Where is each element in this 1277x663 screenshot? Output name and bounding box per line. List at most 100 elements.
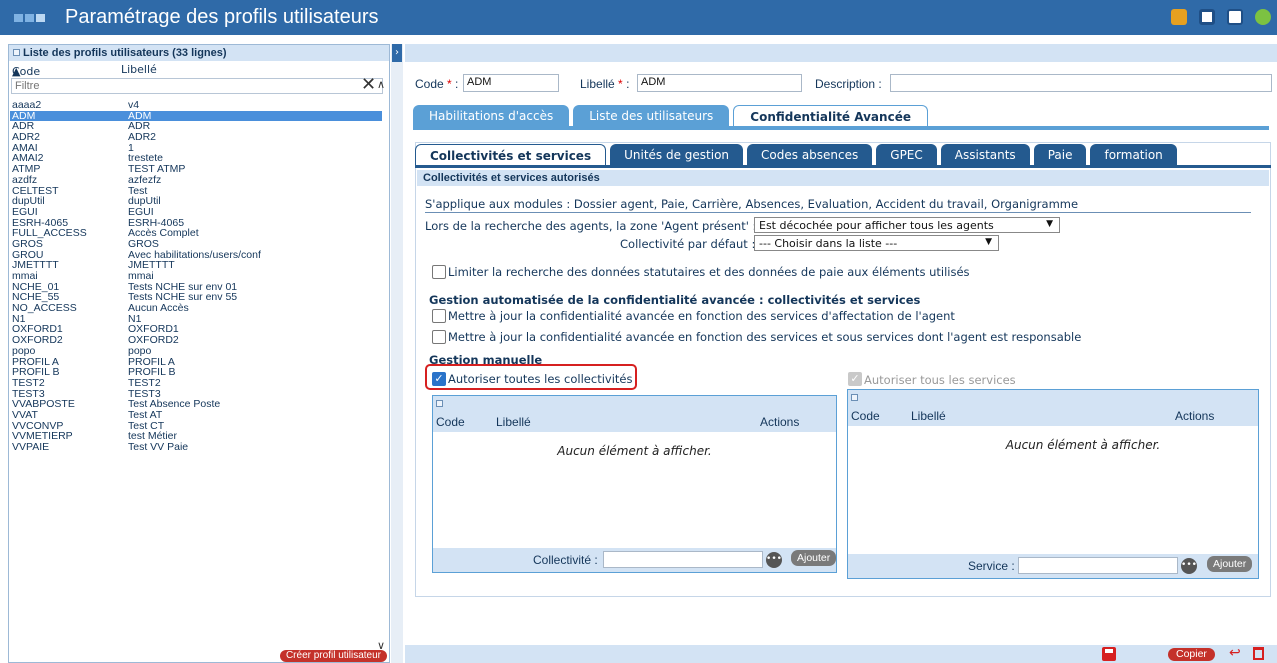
profile-row[interactable]: VVMETIERP test Métier: [10, 431, 382, 442]
empty-message: Aucun élément à afficher.: [557, 444, 712, 458]
profile-row[interactable]: GROU Avec habilitations/users/conf: [10, 249, 382, 261]
main-tabs-underline: [413, 126, 1269, 130]
undo-icon[interactable]: ↩: [1229, 645, 1241, 661]
filter-row: ✕ ∧: [9, 76, 389, 95]
profile-row[interactable]: AMAI2 trestete: [10, 153, 382, 164]
window-title: Paramétrage des profils utilisateurs: [65, 6, 379, 28]
profile-row[interactable]: ADR2 ADR2: [10, 132, 382, 143]
profile-row[interactable]: ADR ADR: [10, 121, 382, 132]
profile-row[interactable]: JMETTTT JMETTTT: [10, 260, 382, 271]
book-icon[interactable]: [1227, 9, 1243, 25]
default-collectivity-label: Collectivité par défaut :: [620, 237, 756, 251]
description-input[interactable]: [890, 74, 1272, 92]
profile-row[interactable]: VVABPOSTE Test Absence Poste: [10, 399, 382, 410]
collectivity-grid: Code Libellé Actions Aucun élément à aff…: [432, 395, 837, 573]
window-icon[interactable]: [1199, 9, 1215, 25]
all-services-label: Autoriser tous les services: [864, 373, 1016, 387]
service-label: Service :: [968, 559, 1015, 573]
profile-list-panel: Liste des profils utilisateurs (33 ligne…: [8, 44, 390, 663]
auto-option2-label: Mettre à jour la confidentialité avancée…: [448, 330, 1082, 344]
add-service-button[interactable]: Ajouter: [1207, 556, 1253, 572]
tab-sub-0[interactable]: Collectivités et services: [415, 144, 607, 166]
chevron-down-icon: ▼: [985, 237, 992, 247]
title-bar: Paramétrage des profils utilisateurs: [0, 0, 1277, 35]
all-collectivities-label: Autoriser toutes les collectivités: [448, 372, 633, 386]
tab-sub-6[interactable]: formation: [1090, 144, 1177, 166]
auto-management-title: Gestion automatisée de la confidentialit…: [429, 293, 921, 307]
profile-row[interactable]: EGUI EGUI: [10, 206, 382, 218]
profile-row[interactable]: azdfz azfezfz: [10, 174, 382, 186]
collectivity-input[interactable]: [603, 551, 763, 568]
service-input[interactable]: [1018, 557, 1178, 574]
profile-row[interactable]: CELTEST Test: [10, 185, 382, 197]
service-grid: Code Libellé Actions Aucun élément à aff…: [847, 389, 1259, 579]
tab-sub-5[interactable]: Paie: [1033, 144, 1087, 166]
profile-row[interactable]: ADM ADM: [10, 110, 382, 122]
auto-option1-label: Mettre à jour la confidentialité avancée…: [448, 309, 955, 323]
save-icon[interactable]: [1102, 647, 1116, 661]
tab-sub-3[interactable]: GPEC: [876, 144, 937, 166]
collapse-icon[interactable]: [436, 400, 443, 407]
tab-sub-2[interactable]: Codes absences: [747, 144, 873, 166]
profile-row[interactable]: OXFORD2 OXFORD2: [10, 335, 382, 346]
limit-search-checkbox[interactable]: [432, 265, 446, 279]
collapse-arrow-icon[interactable]: ›: [392, 44, 402, 62]
copy-button[interactable]: Copier: [1168, 648, 1215, 661]
profile-row[interactable]: VVAT Test AT: [10, 409, 382, 421]
action-bar: Copier ↩: [405, 645, 1277, 663]
search-zone-select[interactable]: Est décochée pour afficher tous les agen…: [754, 217, 1060, 233]
profile-row[interactable]: N1 N1: [10, 313, 382, 325]
settings-icon[interactable]: [1171, 9, 1187, 25]
profile-row[interactable]: OXFORD1 OXFORD1: [10, 324, 382, 335]
more-icon[interactable]: •••: [1181, 558, 1197, 574]
sub-tabs: Collectivités et services Unités de gesti…: [415, 144, 1181, 166]
chevron-down-icon: ▼: [1046, 219, 1053, 229]
profile-row[interactable]: TEST2 TEST2: [10, 377, 382, 389]
app-logo: [14, 14, 45, 22]
profile-row[interactable]: VVPAIE Test VV Paie: [10, 442, 382, 453]
column-label[interactable]: Libellé: [121, 63, 157, 76]
profile-row[interactable]: aaaa2 v4: [10, 100, 382, 111]
panel-splitter[interactable]: ›: [391, 44, 403, 663]
all-collectivities-checkbox[interactable]: ✓: [432, 372, 446, 386]
clear-filter-icon[interactable]: ✕: [361, 76, 376, 94]
profile-row[interactable]: FULL_ACCESS Accès Complet: [10, 228, 382, 239]
libelle-input[interactable]: ADM: [637, 74, 802, 92]
tab-main-2[interactable]: Confidentialité Avancée: [733, 105, 928, 127]
profile-detail-panel: Code * : ADM Libellé * : ADM Description…: [405, 44, 1277, 663]
tab-sub-1[interactable]: Unités de gestion: [610, 144, 744, 166]
empty-message: Aucun élément à afficher.: [1005, 438, 1161, 452]
default-collectivity-select[interactable]: --- Choisir dans la liste --- ▼: [754, 235, 999, 251]
col-actions: Actions: [1175, 409, 1215, 423]
collapse-icon[interactable]: [13, 49, 20, 56]
limit-search-label: Limiter la recherche des données statuta…: [448, 265, 970, 279]
tab-main-0[interactable]: Habilitations d'accès: [413, 105, 570, 127]
col-actions: Actions: [760, 415, 800, 429]
create-profile-button[interactable]: Créer profil utilisateur: [279, 650, 387, 662]
help-icon[interactable]: [1255, 9, 1271, 25]
profile-row[interactable]: NO_ACCESS Aucun Accès: [10, 303, 382, 314]
collapse-icon[interactable]: [851, 394, 858, 401]
filter-input[interactable]: [11, 78, 383, 94]
delete-icon[interactable]: [1253, 647, 1264, 660]
col-label: Libellé: [496, 415, 531, 429]
profile-row[interactable]: ATMP TEST ATMP: [10, 164, 382, 175]
profile-row[interactable]: PROFIL B PROFIL B: [10, 367, 382, 378]
title-toolbar: [1171, 9, 1271, 25]
search-zone-label: Lors de la recherche des agents, la zone…: [425, 219, 757, 233]
add-collectivity-button[interactable]: Ajouter: [791, 550, 837, 566]
applies-text: S'applique aux modules : Dossier agent, …: [425, 197, 1251, 213]
code-input[interactable]: ADM: [463, 74, 559, 92]
auto-option2-checkbox[interactable]: [432, 330, 446, 344]
profile-row[interactable]: popo popo: [10, 345, 382, 357]
scroll-up-icon[interactable]: ∧: [377, 78, 385, 91]
section-title: Collectivités et services autorisés: [417, 170, 1269, 186]
tab-main-1[interactable]: Liste des utilisateurs: [573, 105, 730, 127]
profile-row[interactable]: dupUtil dupUtil: [10, 196, 382, 207]
tab-sub-4[interactable]: Assistants: [940, 144, 1030, 166]
profile-row[interactable]: PROFIL A PROFIL A: [10, 356, 382, 368]
col-code: Code: [436, 415, 465, 429]
auto-option1-checkbox[interactable]: [432, 309, 446, 323]
more-icon[interactable]: •••: [766, 552, 782, 568]
profile-row[interactable]: AMAI 1: [10, 142, 382, 154]
